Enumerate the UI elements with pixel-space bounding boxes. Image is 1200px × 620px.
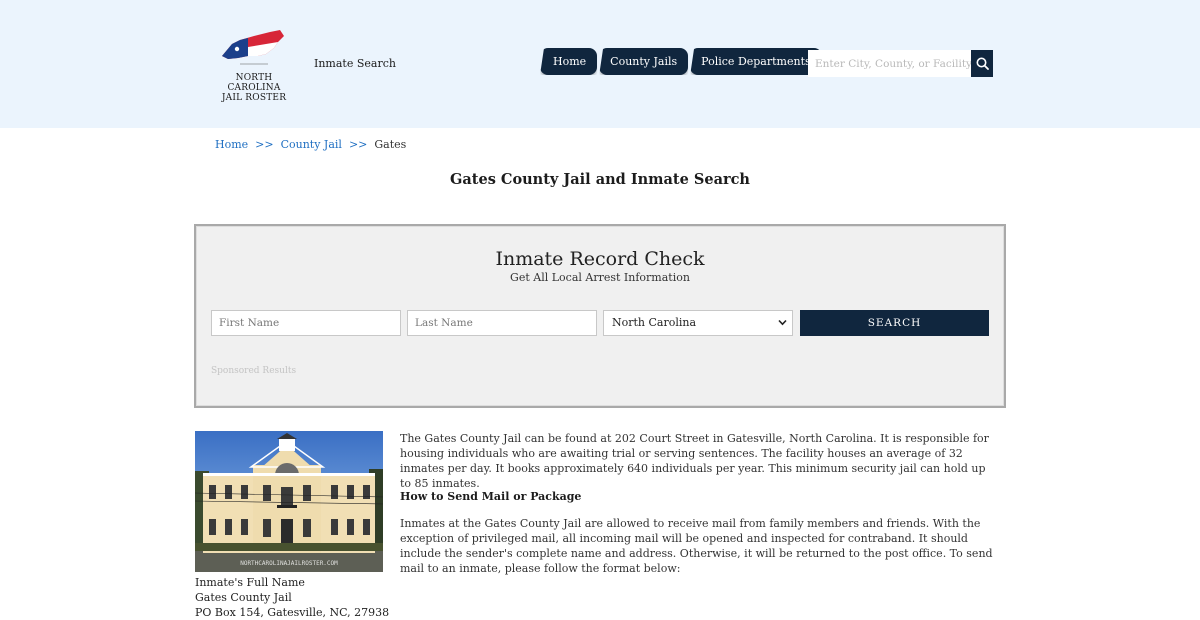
chevron-down-icon (778, 319, 787, 326)
jail-building-photo: NORTHCAROLINAJAILROSTER.COM (195, 431, 383, 572)
header-search (808, 50, 993, 77)
mail-heading: How to Send Mail or Package (400, 490, 582, 503)
breadcrumb-county-jail[interactable]: County Jail (281, 138, 342, 151)
last-name-input[interactable] (407, 310, 597, 336)
record-check-title: Inmate Record Check (495, 248, 705, 270)
logo-line-1: NORTH CAROLINA (227, 73, 281, 93)
nav-police-departments[interactable]: Police Departments (690, 48, 822, 75)
breadcrumb-current: Gates (374, 138, 407, 151)
sponsored-results-label: Sponsored Results (211, 366, 297, 376)
main-nav: Home County Jails Police Departments (540, 48, 822, 75)
nc-map-flag-icon (222, 30, 284, 65)
state-select-value: North Carolina (612, 316, 697, 329)
breadcrumb-separator: >> (348, 138, 368, 151)
site-header: NORTH CAROLINA JAIL ROSTER Inmate Search… (0, 0, 1200, 128)
address-line-3: PO Box 154, Gatesville, NC, 27938 (195, 606, 390, 619)
mailing-address: Inmate's Full Name Gates County Jail PO … (195, 575, 389, 620)
site-logo[interactable]: NORTH CAROLINA JAIL ROSTER (208, 26, 300, 103)
address-line-2: Gates County Jail (195, 591, 292, 604)
breadcrumb-separator: >> (255, 138, 274, 151)
intro-paragraph: The Gates County Jail can be found at 20… (400, 432, 989, 490)
page-title: Gates County Jail and Inmate Search (450, 171, 750, 188)
logo-line-2: JAIL ROSTER (221, 93, 287, 103)
first-name-input[interactable] (211, 310, 401, 336)
photo-watermark: NORTHCAROLINAJAILROSTER.COM (240, 560, 338, 567)
header-search-input[interactable] (808, 50, 971, 77)
search-icon (976, 57, 989, 70)
inmate-search-link[interactable]: Inmate Search (314, 57, 396, 70)
address-line-1: Inmate's Full Name (195, 576, 305, 589)
nav-county-jails[interactable]: County Jails (599, 48, 689, 75)
breadcrumb: Home >> County Jail >> Gates (215, 138, 406, 151)
nav-home[interactable]: Home (540, 48, 598, 75)
record-check-subtitle: Get All Local Arrest Information (510, 271, 690, 284)
breadcrumb-home[interactable]: Home (215, 138, 248, 151)
record-search-button[interactable]: SEARCH (800, 310, 989, 336)
state-select[interactable]: North Carolina (603, 310, 793, 336)
inmate-record-check-box: Inmate Record Check Get All Local Arrest… (194, 224, 1006, 408)
header-search-button[interactable] (971, 50, 993, 77)
mail-paragraph: Inmates at the Gates County Jail are all… (400, 517, 993, 575)
